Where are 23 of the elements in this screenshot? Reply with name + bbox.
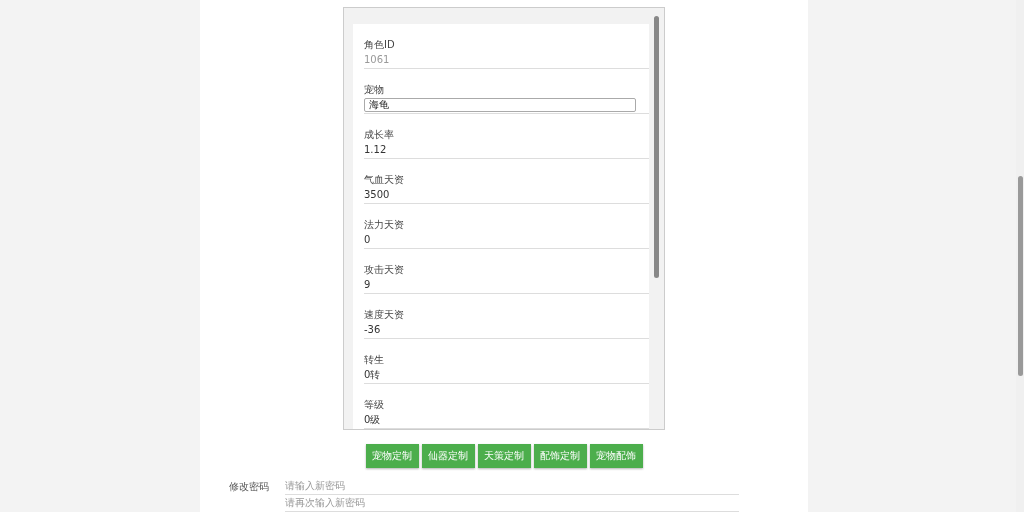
field-label: 攻击天资 [364, 263, 404, 277]
field-label: 转生 [364, 353, 384, 367]
page-scrollbar-thumb[interactable] [1018, 176, 1023, 376]
field-input[interactable]: 0转 [364, 368, 381, 382]
field-input[interactable]: 1.12 [364, 143, 387, 157]
field-input[interactable]: 0 [364, 233, 371, 247]
field-value: 1061 [364, 53, 390, 67]
scrollbar-thumb[interactable] [654, 16, 659, 278]
field-label: 角色ID [364, 38, 395, 52]
field-label: 气血天资 [364, 173, 404, 187]
field-label: 等级 [364, 398, 384, 412]
pet-select[interactable]: 海龟 [364, 98, 636, 112]
field-input[interactable]: 3500 [364, 188, 390, 202]
field-label: 成长率 [364, 128, 394, 142]
field-input[interactable]: 9 [364, 278, 371, 292]
password-label: 修改密码 [229, 480, 269, 494]
password-field[interactable]: 请再次输入新密码 [285, 497, 739, 512]
field-label: 宠物 [364, 83, 384, 97]
field-label: 速度天资 [364, 308, 404, 322]
password-field[interactable]: 请输入新密码 [285, 480, 739, 495]
field-label: 法力天资 [364, 218, 404, 232]
field-input[interactable]: -36 [364, 323, 381, 337]
field-input[interactable]: 0级 [364, 413, 381, 427]
